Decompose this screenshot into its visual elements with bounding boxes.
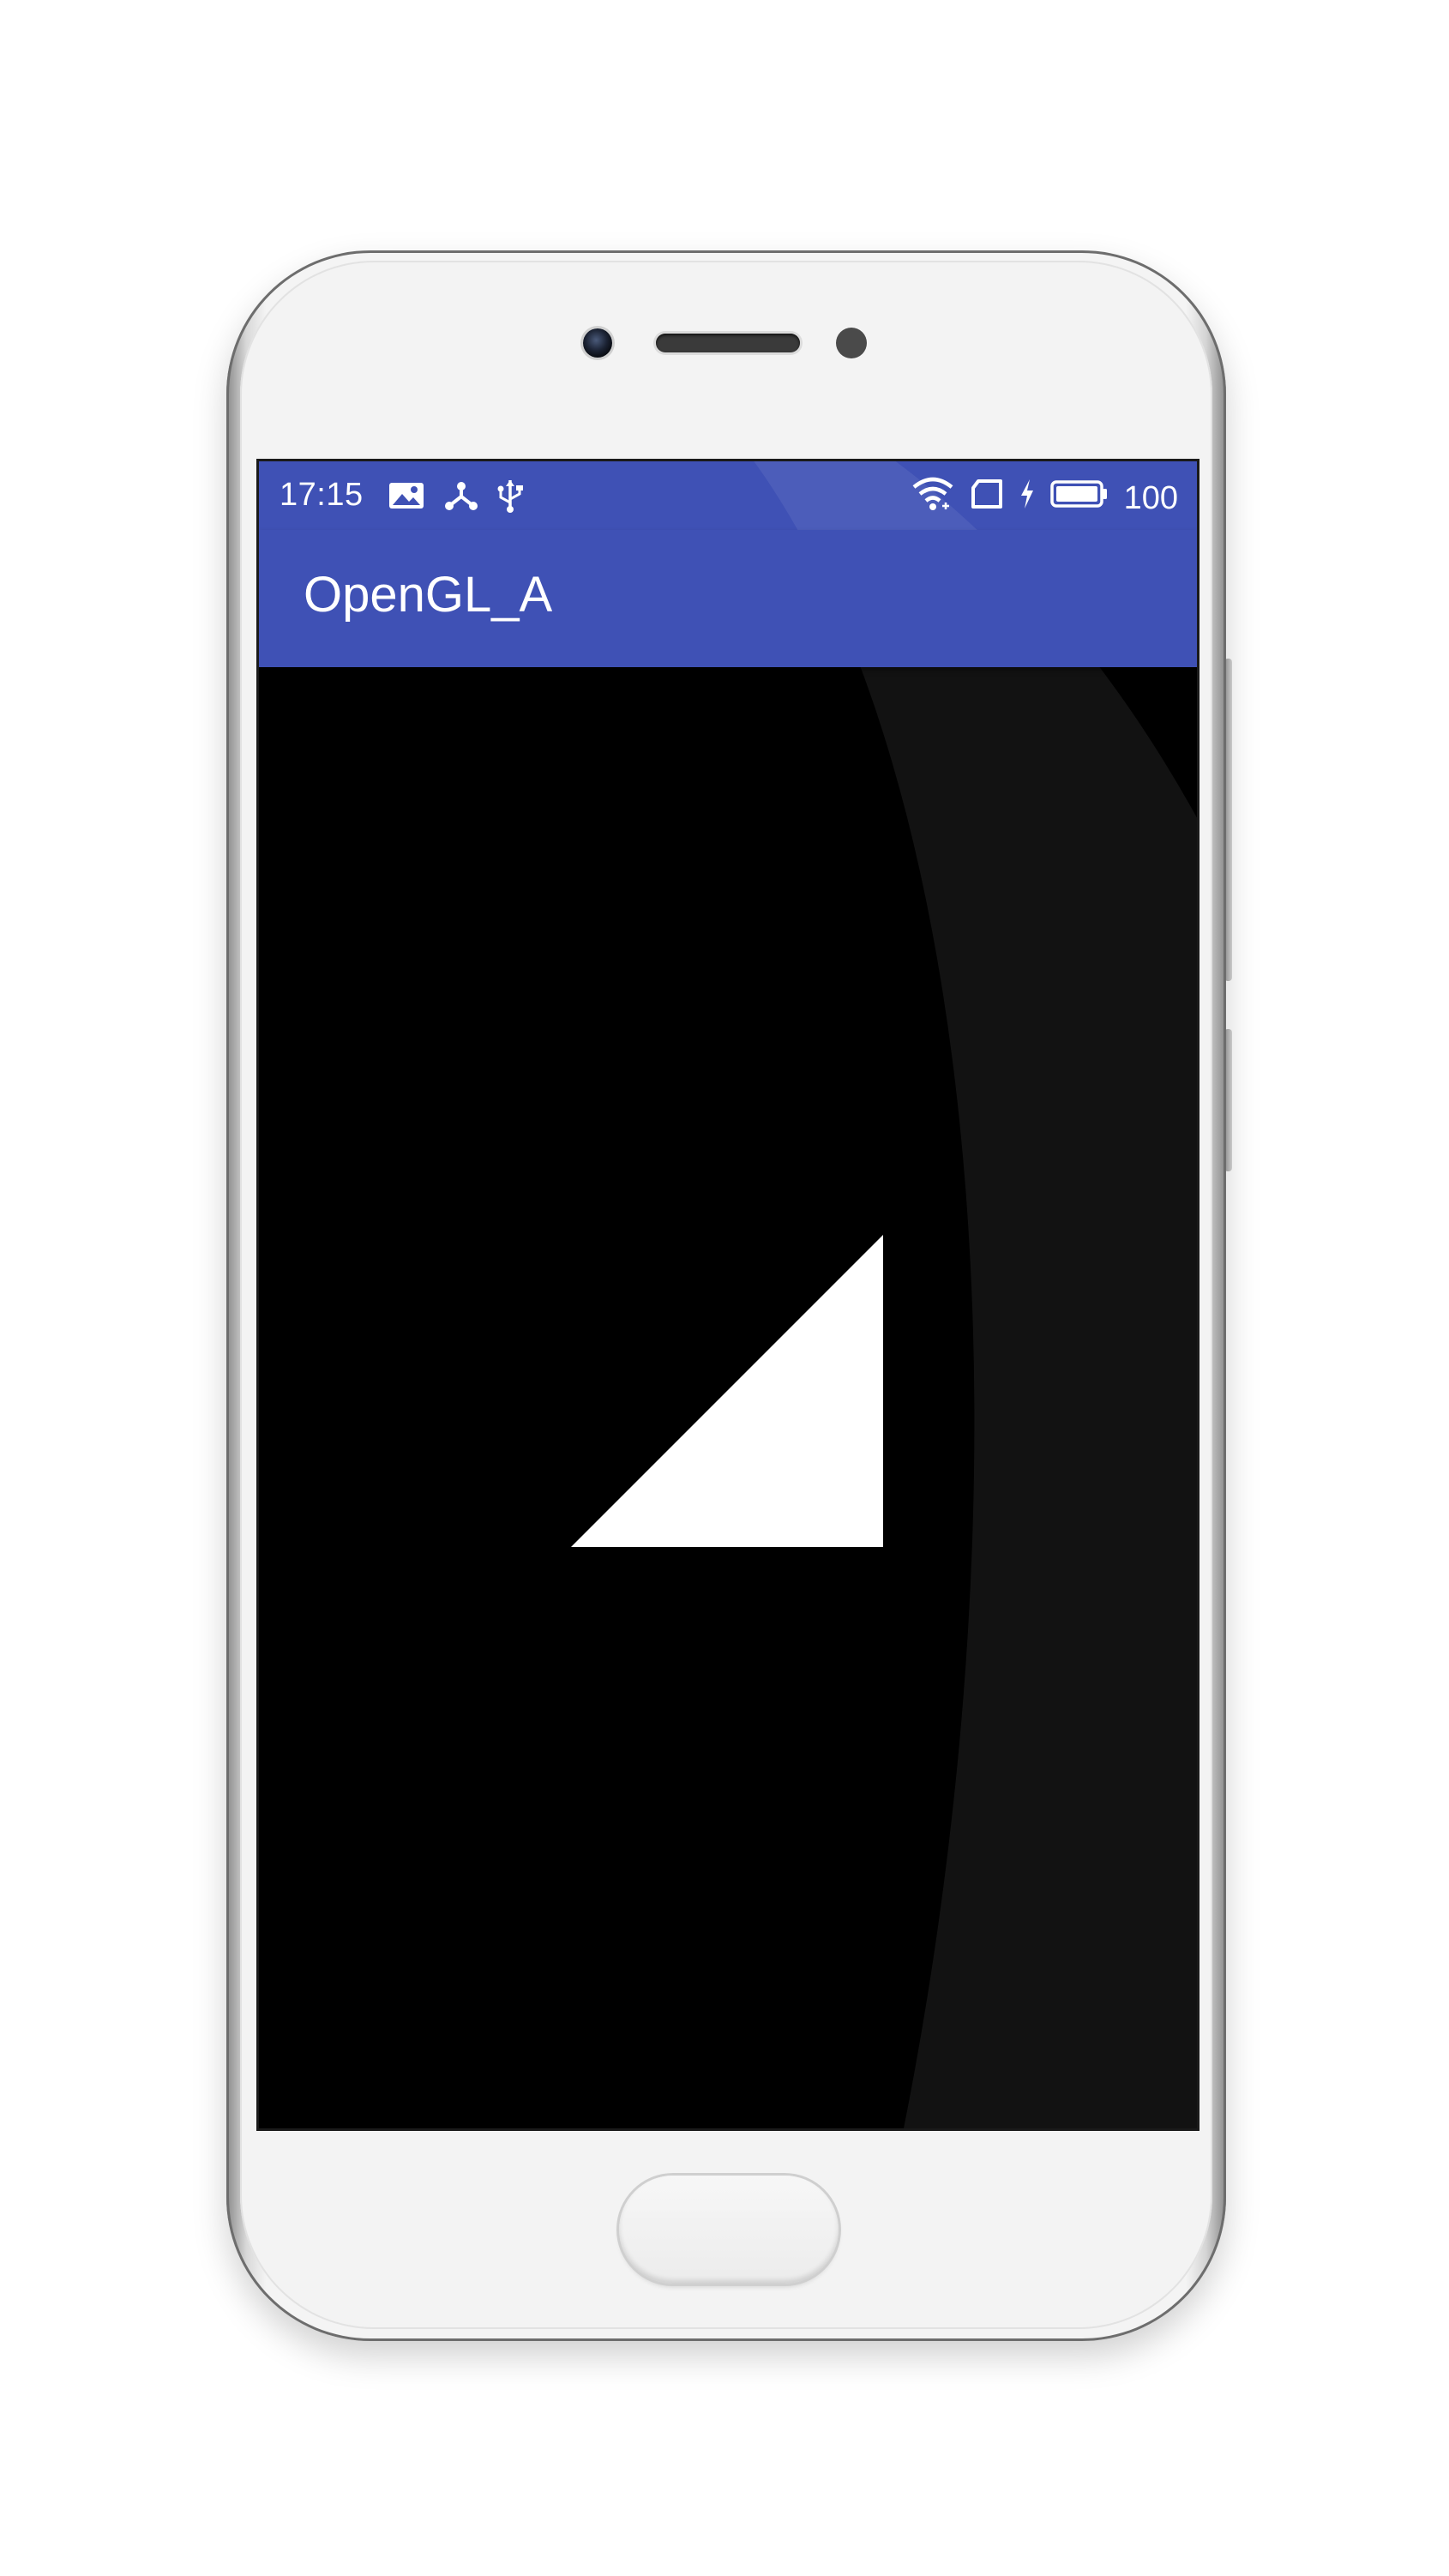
front-camera <box>583 328 612 358</box>
battery-level-text: 100 <box>1123 479 1178 516</box>
gl-surface-view[interactable] <box>259 667 1197 2128</box>
status-bar: 17:15 100 <box>259 461 1197 530</box>
usb-icon <box>497 478 523 521</box>
image-icon <box>388 480 425 520</box>
home-button[interactable] <box>619 2176 839 2284</box>
status-system-icons: 100 <box>911 477 1178 520</box>
battery-icon <box>1049 479 1109 517</box>
wifi-icon <box>911 477 954 520</box>
status-notification-icons <box>388 478 523 521</box>
white-triangle <box>571 1235 883 1547</box>
earpiece-speaker <box>656 334 800 352</box>
device-frame-stage: 17:15 100 OpenGL_A <box>0 0 1449 2576</box>
app-title: OpenGL_A <box>304 567 553 623</box>
app-bar: OpenGL_A <box>259 530 1197 667</box>
phone-screen: 17:15 100 OpenGL_A <box>259 461 1197 2128</box>
status-time: 17:15 <box>280 477 364 513</box>
proximity-sensor <box>836 328 867 358</box>
share-nodes-icon <box>444 479 478 521</box>
sim-card-icon <box>970 479 1004 517</box>
gl-canvas <box>571 1235 883 1547</box>
charging-bolt-icon <box>1019 478 1035 518</box>
